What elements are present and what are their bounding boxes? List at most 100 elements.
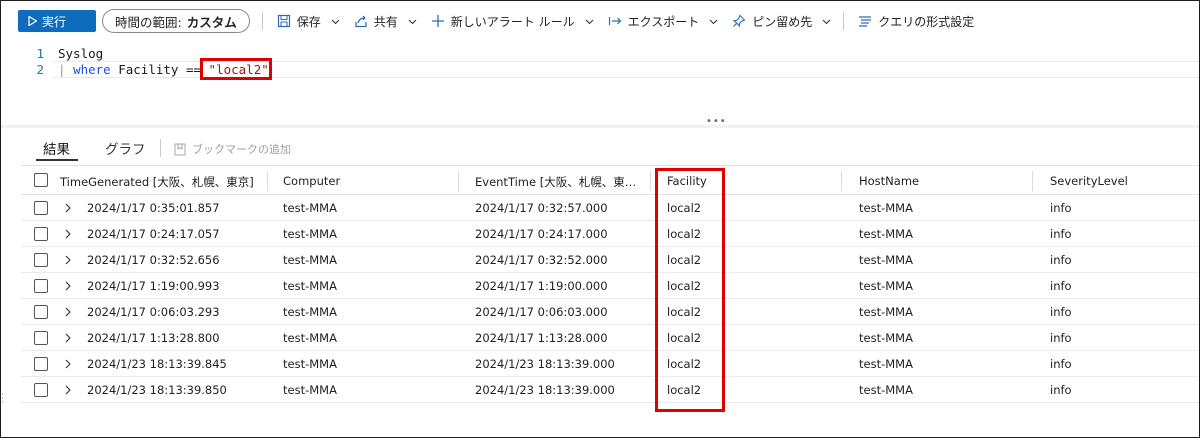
format-lines-icon [859,16,872,27]
chevron-right-icon[interactable] [64,229,72,239]
column-header-computer[interactable]: Computer [283,174,340,188]
query-editor[interactable]: 1 Syslog 2 | where Facility == "local2" [1,43,1199,123]
chevron-down-icon [822,19,831,24]
time-range-label: 時間の範囲: [115,14,182,30]
chevron-down-icon [408,19,417,24]
cell-timegenerated: 2024/1/17 0:32:52.656 [87,253,220,267]
facility-column-highlight-box [655,168,725,412]
chevron-down-icon [585,19,593,24]
cell-hostname: test-MMA [859,383,913,397]
cell-eventtime: 2024/1/17 1:19:00.000 [475,279,608,293]
cell-hostname: test-MMA [859,227,913,241]
export-button[interactable]: エクスポート [608,13,719,30]
cell-eventtime: 2024/1/23 18:13:39.000 [475,383,615,397]
column-divider[interactable] [458,171,459,191]
export-arrow-icon [608,17,621,25]
facility-condition: Facility == [110,62,209,77]
row-checkbox[interactable] [34,253,48,267]
cell-eventtime: 2024/1/17 0:06:03.000 [475,305,608,319]
format-query-button[interactable]: クエリの形式設定 [858,13,974,30]
cell-timegenerated: 2024/1/17 1:13:28.800 [87,331,220,345]
cell-computer: test-MMA [283,227,337,241]
tab-selected-indicator [36,159,78,161]
chevron-right-icon[interactable] [64,255,72,265]
column-divider[interactable] [1032,171,1033,191]
table-row[interactable]: 2024/1/17 0:35:01.857 test-MMA 2024/1/17… [21,195,1199,221]
cell-severitylevel: info [1050,227,1072,241]
cell-severitylevel: info [1050,253,1072,267]
toolbar: 実行 時間の範囲: カスタム 保存 共有 新しいアラート ルール エクスポート [1,1,1199,41]
run-button-label: 実行 [42,14,67,29]
export-label: エクスポート [627,14,700,29]
share-label: 共有 [373,14,398,29]
pin-to-button[interactable]: ピン留め先 [732,13,831,30]
column-header-severitylevel[interactable]: SeverityLevel [1050,174,1128,188]
table-header: TimeGenerated [大阪、札幌、東京] Computer EventT… [21,165,1199,195]
table-row[interactable]: 2024/1/17 0:24:17.057 test-MMA 2024/1/17… [21,221,1199,247]
cell-hostname: test-MMA [859,253,913,267]
save-icon [277,14,290,28]
select-all-checkbox[interactable] [34,173,48,187]
pipe-operator: | [58,62,74,77]
column-header-hostname[interactable]: HostName [859,174,919,188]
tab-chart[interactable]: グラフ [105,138,146,158]
cell-computer: test-MMA [283,305,337,319]
cell-hostname: test-MMA [859,279,913,293]
save-button[interactable]: 保存 [277,13,340,30]
chevron-right-icon[interactable] [64,385,72,395]
table-row[interactable]: 2024/1/17 1:19:00.993 test-MMA 2024/1/17… [21,273,1199,299]
chevron-right-icon[interactable] [64,281,72,291]
column-header-eventtime[interactable]: EventTime [大阪、札幌、東… [475,174,636,190]
chevron-right-icon[interactable] [64,307,72,317]
new-alert-rule-button[interactable]: 新しいアラート ルール [431,13,594,30]
column-header-timegenerated[interactable]: TimeGenerated [大阪、札幌、東京] [60,174,254,190]
tab-results[interactable]: 結果 [43,138,70,158]
row-checkbox[interactable] [34,357,48,371]
time-range-button[interactable]: 時間の範囲: カスタム [102,9,250,33]
resize-grip-icon[interactable]: · · · [1,391,4,408]
share-button[interactable]: 共有 [354,13,417,30]
table-row[interactable]: 2024/1/17 1:13:28.800 test-MMA 2024/1/17… [21,325,1199,351]
table-row[interactable]: 2024/1/17 0:32:52.656 test-MMA 2024/1/17… [21,247,1199,273]
column-divider[interactable] [267,171,268,191]
cell-timegenerated: 2024/1/23 18:13:39.850 [87,383,227,397]
run-button[interactable]: 実行 [18,10,96,32]
row-checkbox[interactable] [34,305,48,319]
cell-eventtime: 2024/1/23 18:13:39.000 [475,357,615,371]
cell-computer: test-MMA [283,201,337,215]
column-divider[interactable] [650,171,651,191]
chevron-right-icon[interactable] [64,359,72,369]
table-row[interactable]: 2024/1/23 18:13:39.850 test-MMA 2024/1/2… [21,377,1199,403]
cell-hostname: test-MMA [859,201,913,215]
cell-timegenerated: 2024/1/17 0:06:03.293 [87,305,220,319]
line-number: 1 [36,46,44,61]
table-row[interactable]: 2024/1/23 18:13:39.845 test-MMA 2024/1/2… [21,351,1199,377]
cell-computer: test-MMA [283,279,337,293]
chevron-right-icon[interactable] [64,333,72,343]
row-checkbox[interactable] [34,331,48,345]
pin-to-label: ピン留め先 [752,14,813,29]
cell-timegenerated: 2024/1/17 1:19:00.993 [87,279,220,293]
row-checkbox[interactable] [34,383,48,397]
row-checkbox[interactable] [34,279,48,293]
save-label: 保存 [296,14,321,29]
pane-splitter[interactable] [1,125,1199,128]
plus-icon [431,15,444,27]
cell-hostname: test-MMA [859,357,913,371]
column-divider[interactable] [841,171,842,191]
cell-computer: test-MMA [283,383,337,397]
add-bookmark-button[interactable]: ブックマークの追加 [174,141,291,157]
chevron-right-icon[interactable] [64,203,72,213]
cell-computer: test-MMA [283,357,337,371]
row-checkbox[interactable] [34,201,48,215]
cell-timegenerated: 2024/1/23 18:13:39.845 [87,357,227,371]
row-checkbox[interactable] [34,227,48,241]
where-keyword: where [73,62,111,77]
share-icon [355,15,367,28]
query-line-1[interactable]: Syslog [58,46,103,61]
splitter-grip-icon[interactable]: ••• [706,116,727,127]
table-row[interactable]: 2024/1/17 0:06:03.293 test-MMA 2024/1/17… [21,299,1199,325]
cell-timegenerated: 2024/1/17 0:35:01.857 [87,201,220,215]
play-icon [28,16,37,26]
add-bookmark-label: ブックマークの追加 [192,143,291,156]
